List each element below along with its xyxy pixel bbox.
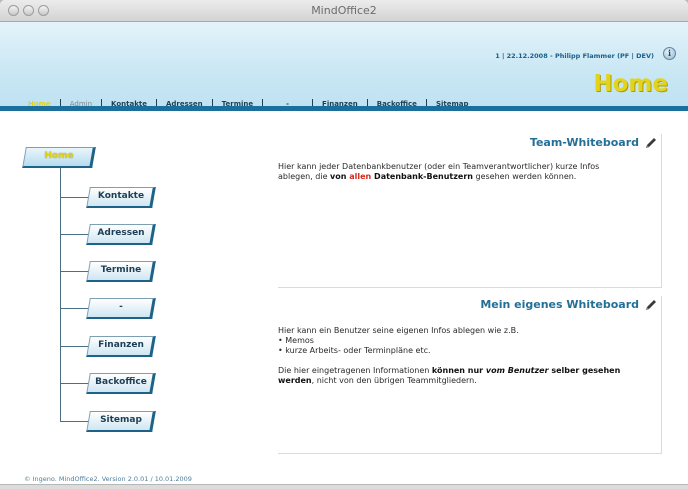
text-fragment: gesehen werden können. <box>472 172 577 181</box>
tree-branch <box>60 421 90 422</box>
own-paragraph: Die hier eingetragenen Informationen kön… <box>278 366 662 376</box>
bullet-text: Memos <box>285 336 314 345</box>
team-whiteboard: Team-Whiteboard Hier kann jeder Datenban… <box>278 134 662 288</box>
app-window: MindOffice2 1 | 22.12.2008 - Philipp Fla… <box>0 0 688 489</box>
own-whiteboard: Mein eigenes Whiteboard Hier kann ein Be… <box>278 296 662 454</box>
tree-sitemap-label: Sitemap <box>100 415 142 425</box>
tree-finanzen-label: Finanzen <box>98 340 144 350</box>
text-bold: von <box>330 172 350 181</box>
tree-kontakte-button[interactable]: Kontakte <box>86 187 156 208</box>
tree-branch <box>60 197 90 198</box>
bullet-text: kurze Arbeits- oder Terminpläne etc. <box>285 346 431 355</box>
text-bold: werden <box>278 376 312 385</box>
text-bold: können nur <box>431 366 486 375</box>
text-bold: Datenbank-Benutzern <box>371 172 473 181</box>
info-icon[interactable]: i <box>663 47 676 60</box>
window-bottom-bar <box>0 484 688 489</box>
text-fragment: ablegen, die <box>278 172 331 181</box>
page-header: 1 | 22.12.2008 - Philipp Flammer (PF | D… <box>0 22 688 110</box>
tree-kontakte-label: Kontakte <box>97 191 145 201</box>
own-whiteboard-text: Hier kann ein Benutzer seine eigenen Inf… <box>278 326 662 386</box>
title-bar: MindOffice2 <box>0 0 688 22</box>
team-text-line: ablegen, die von allen Datenbank-Benutze… <box>278 172 662 182</box>
tree-branch <box>60 383 90 384</box>
tree-backoffice-button[interactable]: Backoffice <box>86 373 156 394</box>
tree-dash-label: - <box>119 302 123 312</box>
tree-termine-button[interactable]: Termine <box>86 261 156 282</box>
team-text-line: Hier kann jeder Datenbankbenutzer (oder … <box>278 162 600 171</box>
text-fragment: , nicht von den übrigen Teammitgliedern. <box>311 376 477 385</box>
text-fragment: Die hier eingetragenen Informationen <box>278 366 432 375</box>
tree-branch <box>60 271 90 272</box>
tree-adressen-label: Adressen <box>97 228 145 238</box>
tree-branch <box>60 308 90 309</box>
text-highlight: allen <box>349 172 372 181</box>
own-bullet: • kurze Arbeits- oder Terminpläne etc. <box>278 346 431 355</box>
footer-copyright: © Ingeno. MindOffice2. Version 2.0.01 / … <box>24 475 192 483</box>
own-intro: Hier kann ein Benutzer seine eigenen Inf… <box>278 326 519 335</box>
tree-adressen-button[interactable]: Adressen <box>86 224 156 245</box>
own-whiteboard-title: Mein eigenes Whiteboard <box>480 298 639 311</box>
tree-backoffice-label: Backoffice <box>95 377 147 387</box>
tree-dash-button[interactable]: - <box>86 298 156 319</box>
own-paragraph: werden, nicht von den übrigen Teammitgli… <box>278 376 662 386</box>
tree-branch <box>60 346 90 347</box>
edit-pencil-icon[interactable] <box>645 137 657 149</box>
tree-home-label: Home <box>44 151 74 161</box>
own-bullet: • Memos <box>278 336 314 345</box>
tree-home-button[interactable]: Home <box>22 147 96 168</box>
edit-pencil-icon[interactable] <box>645 299 657 311</box>
window-title: MindOffice2 <box>311 4 377 17</box>
tree-sitemap-button[interactable]: Sitemap <box>86 411 156 432</box>
tree-termine-label: Termine <box>100 265 142 275</box>
team-whiteboard-text: Hier kann jeder Datenbankbenutzer (oder … <box>278 162 662 182</box>
session-status: 1 | 22.12.2008 - Philipp Flammer (PF | D… <box>495 52 654 60</box>
tree-branch <box>60 234 90 235</box>
tree-finanzen-button[interactable]: Finanzen <box>86 336 156 357</box>
page-title: Home <box>593 71 668 97</box>
text-bold-italic: vom Benutzer <box>485 366 549 375</box>
text-bold: selber gesehen <box>548 366 621 375</box>
team-whiteboard-title: Team-Whiteboard <box>529 136 639 149</box>
